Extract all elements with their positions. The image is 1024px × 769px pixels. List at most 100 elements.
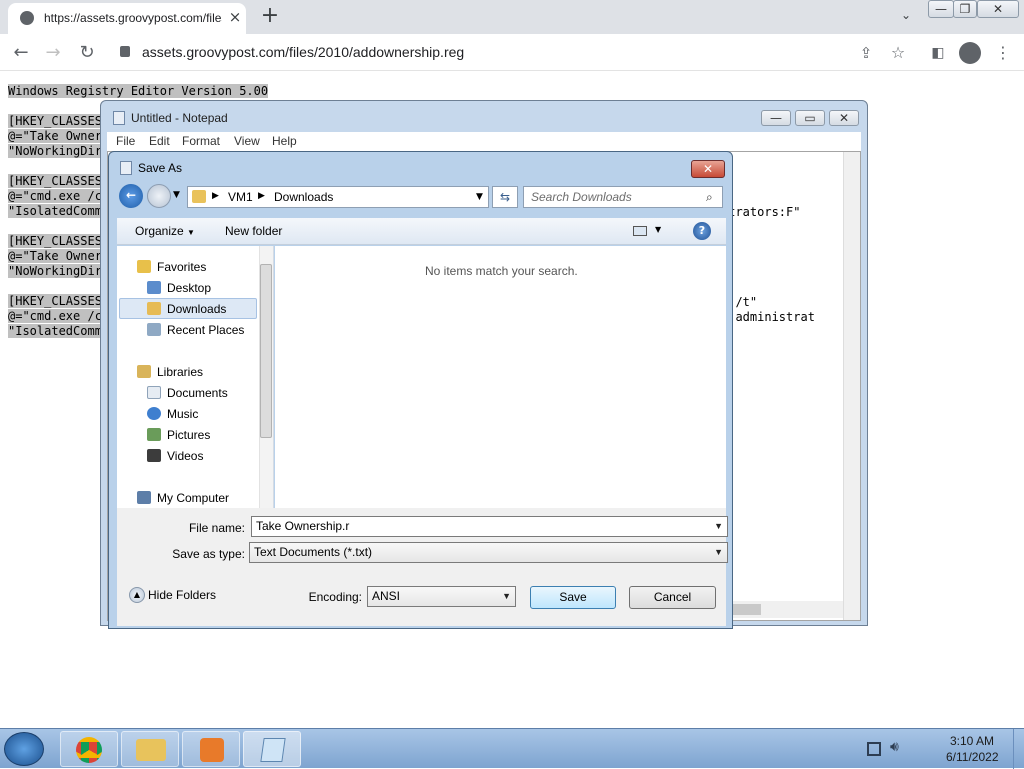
url-text[interactable]: assets.groovypost.com/files/2010/addowne…	[142, 44, 464, 60]
reload-icon[interactable]: ↻	[76, 42, 98, 64]
chevron-down-icon[interactable]: ▼	[655, 225, 661, 234]
help-icon[interactable]: ?	[693, 222, 711, 240]
refresh-button[interactable]: ⇆	[492, 186, 518, 208]
dialog-close-button[interactable]: ✕	[691, 160, 725, 178]
chevron-down-icon[interactable]: ⌄	[898, 8, 914, 24]
nav-favorites[interactable]: Favorites	[137, 260, 206, 274]
taskbar-chrome[interactable]	[60, 731, 118, 767]
menu-format[interactable]: Format	[182, 134, 220, 148]
organize-button[interactable]: Organize ▼	[135, 224, 195, 238]
search-input[interactable]: Search Downloads	[531, 190, 632, 204]
scroll-thumb[interactable]	[733, 604, 761, 615]
back-icon[interactable]: ←	[10, 42, 32, 64]
profile-avatar[interactable]	[959, 42, 981, 64]
nav-desktop[interactable]: Desktop	[147, 281, 211, 295]
nav-label: Desktop	[167, 281, 212, 295]
nav-label: My Computer	[157, 491, 230, 505]
cancel-button[interactable]: Cancel	[629, 586, 716, 609]
notepad-minimize-button[interactable]: —	[761, 110, 791, 126]
navigation-pane: Favorites Desktop Downloads Recent Place…	[117, 246, 274, 508]
browser-tab[interactable]: https://assets.groovypost.com/files/2010…	[8, 3, 246, 34]
chevron-up-circle-icon[interactable]: ▲	[129, 587, 145, 603]
taskbar-explorer[interactable]	[121, 731, 179, 767]
encoding-select[interactable]: ANSI ▼	[367, 586, 516, 607]
close-window-button[interactable]: ✕	[977, 0, 1019, 18]
chevron-down-icon[interactable]: ▼	[714, 517, 723, 536]
clock-date[interactable]: 6/11/2022	[946, 750, 999, 764]
volume-icon[interactable]: 🔊︎	[890, 739, 899, 755]
notepad-line	[721, 280, 815, 295]
scroll-thumb[interactable]	[260, 264, 272, 438]
chevron-down-icon[interactable]: ▼	[714, 543, 723, 562]
search-icon[interactable]: ⌕	[706, 190, 713, 205]
search-box[interactable]: Search Downloads ⌕	[523, 186, 723, 208]
nav-music[interactable]: Music	[147, 407, 198, 421]
recent-places-icon	[147, 323, 161, 336]
menu-kebab-icon[interactable]: ⋮	[992, 42, 1014, 64]
save-button[interactable]: Save	[530, 586, 616, 609]
save-form: File name: Take Ownership.r ▼ Save as typ…	[117, 508, 728, 626]
encoding-value: ANSI	[372, 589, 401, 603]
menu-edit[interactable]: Edit	[149, 134, 170, 148]
notepad-line: F /t"	[721, 295, 758, 309]
nav-videos[interactable]: Videos	[147, 449, 203, 463]
chrome-icon	[76, 737, 102, 763]
chevron-down-icon[interactable]: ▼	[502, 587, 511, 606]
start-button[interactable]	[4, 732, 44, 766]
save-type-select[interactable]: Text Documents (*.txt) ▼	[249, 542, 728, 563]
address-breadcrumb[interactable]: ▶ VM1 ▶ Downloads ▼	[187, 186, 489, 208]
minimize-button[interactable]: —	[928, 0, 954, 18]
view-options-icon[interactable]	[633, 226, 647, 236]
clock-time[interactable]: 3:10 AM	[950, 734, 994, 748]
nav-downloads[interactable]: Downloads	[147, 302, 226, 316]
show-desktop-button[interactable]	[1013, 729, 1024, 769]
menu-file[interactable]: File	[116, 134, 135, 148]
taskbar-media-player[interactable]	[182, 731, 240, 767]
file-name-input[interactable]: Take Ownership.r ▼	[251, 516, 728, 537]
notepad-maximize-button[interactable]: ▭	[795, 110, 825, 126]
nav-libraries[interactable]: Libraries	[137, 365, 203, 379]
save-type-value: Text Documents (*.txt)	[254, 545, 373, 559]
media-player-icon	[200, 738, 224, 762]
save-as-dialog: Save As ✕ ← ▼ ▶ VM1 ▶ Downloads ▼ ⇆ Sear…	[108, 151, 733, 629]
recent-pages-chevron-icon[interactable]: ▼	[173, 190, 180, 200]
notepad-vertical-scrollbar[interactable]	[843, 152, 860, 620]
documents-icon	[147, 386, 161, 399]
pictures-icon	[147, 428, 161, 441]
encoding-label: Encoding:	[308, 590, 362, 604]
notepad-menubar: File Edit Format View Help	[107, 132, 861, 151]
forward-icon[interactable]: →	[42, 42, 64, 64]
back-button[interactable]: ←	[119, 184, 143, 208]
folder-icon	[192, 190, 206, 203]
sidebar-icon[interactable]: ◧	[927, 42, 949, 64]
menu-help[interactable]: Help	[272, 134, 297, 148]
chevron-right-icon[interactable]: ▶	[258, 191, 265, 201]
forward-button[interactable]	[147, 184, 171, 208]
breadcrumb-downloads[interactable]: Downloads	[274, 190, 333, 204]
share-icon[interactable]: ⇪	[855, 42, 877, 64]
new-tab-button[interactable]: +	[258, 5, 282, 29]
new-folder-button[interactable]: New folder	[225, 224, 282, 238]
restore-button[interactable]: ❐	[953, 0, 977, 18]
notepad-close-button[interactable]: ✕	[829, 110, 859, 126]
breadcrumb-vm1[interactable]: VM1	[228, 190, 253, 204]
bookmark-star-icon[interactable]: ☆	[887, 42, 909, 64]
nav-documents[interactable]: Documents	[147, 386, 228, 400]
hide-folders-label[interactable]: Hide Folders	[148, 588, 216, 602]
network-icon[interactable]	[867, 742, 881, 756]
address-dropdown-icon[interactable]: ▼	[476, 192, 483, 202]
close-tab-icon[interactable]: ×	[226, 8, 244, 26]
menu-view[interactable]: View	[234, 134, 260, 148]
libraries-icon	[137, 365, 151, 378]
registry-line: Windows Registry Editor Version 5.00	[8, 84, 269, 98]
nav-my-computer[interactable]: My Computer	[137, 491, 229, 505]
taskbar-notepad[interactable]	[243, 731, 301, 767]
nav-label: Music	[167, 407, 199, 421]
notepad-line: strators:F"	[721, 205, 801, 219]
nav-label: Downloads	[167, 302, 227, 316]
chevron-right-icon[interactable]: ▶	[212, 191, 219, 201]
computer-icon	[137, 491, 151, 504]
nav-pictures[interactable]: Pictures	[147, 428, 210, 442]
nav-recent-places[interactable]: Recent Places	[147, 323, 244, 337]
notepad-line	[721, 220, 815, 235]
